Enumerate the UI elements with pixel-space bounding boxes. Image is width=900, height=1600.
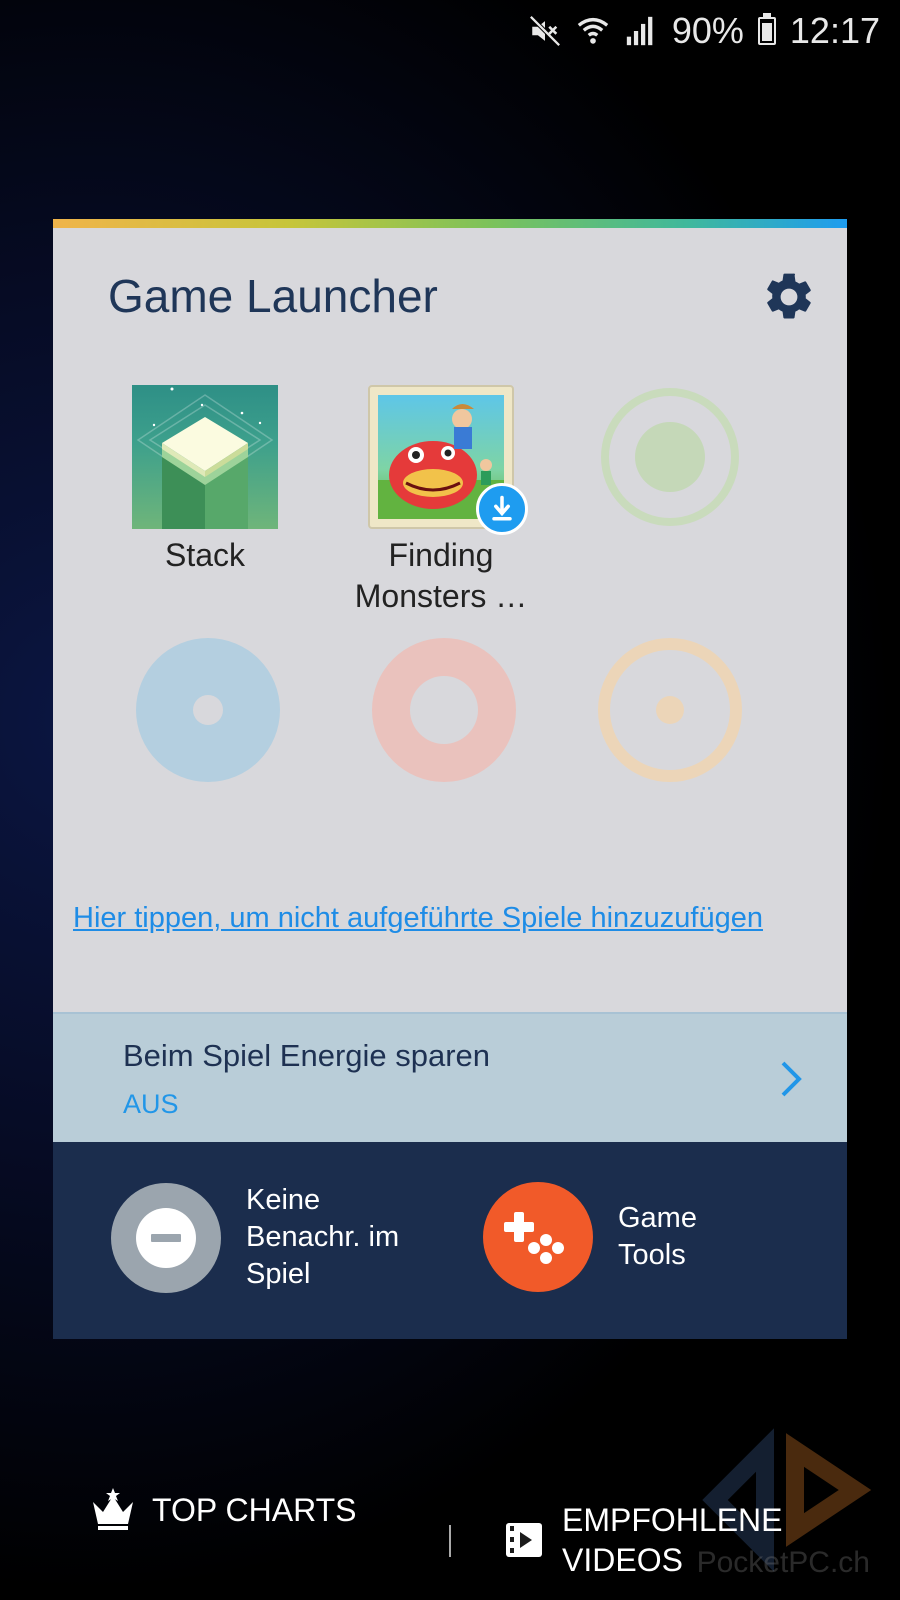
game-tools-label: Game Tools [618, 1202, 697, 1271]
game-tools-button[interactable]: Game Tools [483, 1182, 738, 1292]
crown-icon [93, 1488, 133, 1530]
game-stack[interactable]: Stack [105, 385, 305, 576]
status-icons: 90% 12:17 [528, 10, 880, 52]
gear-icon[interactable] [761, 269, 817, 325]
gamepad-icon [483, 1182, 593, 1292]
watermark-text: PocketPC.ch [696, 1546, 870, 1579]
clock: 12:17 [789, 10, 880, 51]
empty-slot-icon [601, 388, 739, 526]
top-charts-button[interactable]: TOP CHARTS [88, 1488, 357, 1532]
power-saving-value: AUS [123, 1089, 179, 1119]
game-launcher-card: Game Launcher Stack Finding Monsters … H… [53, 219, 847, 1339]
game-finding-monsters-label: Finding Monsters … [354, 537, 528, 614]
quick-actions-panel: Keine Benachr. im Spiel Game Tools [53, 1142, 847, 1339]
empty-slot-icon [598, 638, 742, 782]
video-icon [506, 1523, 542, 1557]
no-alerts-label: Keine Benachr. im Spiel [246, 1184, 400, 1290]
signal-icon [626, 16, 653, 46]
download-icon [476, 483, 528, 535]
empty-slot-icon [372, 638, 516, 782]
nav-divider [449, 1525, 451, 1557]
launcher-title: Game Launcher [108, 270, 438, 322]
empty-slot-icon [136, 638, 280, 782]
add-games-link[interactable]: Hier tippen, um nicht aufgeführte Spiele… [73, 899, 773, 937]
minus-circle-icon [111, 1182, 221, 1293]
top-charts-label: TOP CHARTS [152, 1491, 357, 1528]
stack-game-icon [132, 385, 278, 529]
rainbow-accent-bar [53, 219, 847, 228]
power-saving-title: Beim Spiel Energie sparen [123, 1038, 491, 1073]
game-finding-monsters[interactable]: Finding Monsters … [341, 385, 541, 617]
no-alerts-toggle[interactable]: Keine Benachr. im Spiel [111, 1182, 426, 1293]
power-saving-row[interactable]: Beim Spiel Energie sparen AUS [53, 1012, 847, 1142]
chevron-right-icon [781, 1061, 802, 1097]
mute-icon [529, 15, 561, 47]
status-bar: 90% 12:17 [0, 0, 900, 60]
wifi-icon [577, 17, 609, 44]
game-stack-label: Stack [164, 537, 246, 573]
finding-monsters-icon [368, 385, 528, 535]
battery-percent: 90% [671, 10, 744, 51]
battery-icon [757, 13, 776, 45]
